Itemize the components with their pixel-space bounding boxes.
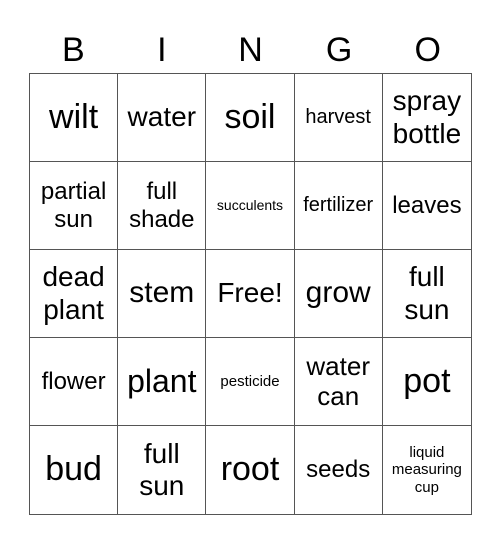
bingo-cell[interactable]: soil bbox=[206, 74, 295, 162]
bingo-cell[interactable]: water can bbox=[294, 338, 383, 426]
bingo-cell[interactable]: grow bbox=[294, 250, 383, 338]
bingo-cell[interactable]: plant bbox=[118, 338, 207, 426]
bingo-cell[interactable]: liquid measuring cup bbox=[383, 426, 471, 514]
bingo-cell[interactable]: flower bbox=[30, 338, 119, 426]
header-letter-i: I bbox=[157, 31, 167, 69]
bingo-cell[interactable]: dead plant bbox=[30, 250, 119, 338]
bingo-cell[interactable]: pot bbox=[382, 338, 471, 426]
bingo-cell[interactable]: stem bbox=[118, 250, 207, 338]
bingo-cell[interactable]: full sun bbox=[382, 250, 471, 338]
header-letter-g: G bbox=[325, 31, 353, 69]
bingo-cell[interactable]: root bbox=[206, 426, 295, 514]
free-space-cell[interactable]: Free! bbox=[206, 250, 295, 338]
bingo-cell[interactable]: spray bottle bbox=[382, 74, 471, 162]
bingo-cell[interactable]: bud bbox=[30, 426, 119, 514]
bingo-cell[interactable]: full shade bbox=[118, 162, 207, 250]
header-letter-n: N bbox=[238, 31, 263, 69]
bingo-cell[interactable]: seeds bbox=[295, 426, 383, 514]
bingo-cell[interactable]: leaves bbox=[382, 162, 471, 250]
bingo-cell[interactable]: pesticide bbox=[206, 338, 295, 426]
bingo-cell[interactable]: wilt bbox=[30, 74, 119, 162]
bingo-cell[interactable]: partial sun bbox=[30, 162, 119, 250]
bingo-grid: wilt water soil harvest spray bottle partial … bbox=[29, 73, 472, 515]
bingo-cell[interactable]: succulents bbox=[206, 162, 295, 250]
bingo-cell[interactable]: full sun bbox=[118, 426, 207, 514]
header-letter-o: O bbox=[414, 31, 441, 69]
bingo-header: B I N G O bbox=[29, 28, 472, 72]
bingo-cell[interactable]: harvest bbox=[294, 74, 383, 162]
bingo-cell[interactable]: water bbox=[118, 74, 207, 162]
header-letter-b: B bbox=[61, 31, 85, 69]
bingo-cell[interactable]: fertilizer bbox=[294, 162, 383, 250]
